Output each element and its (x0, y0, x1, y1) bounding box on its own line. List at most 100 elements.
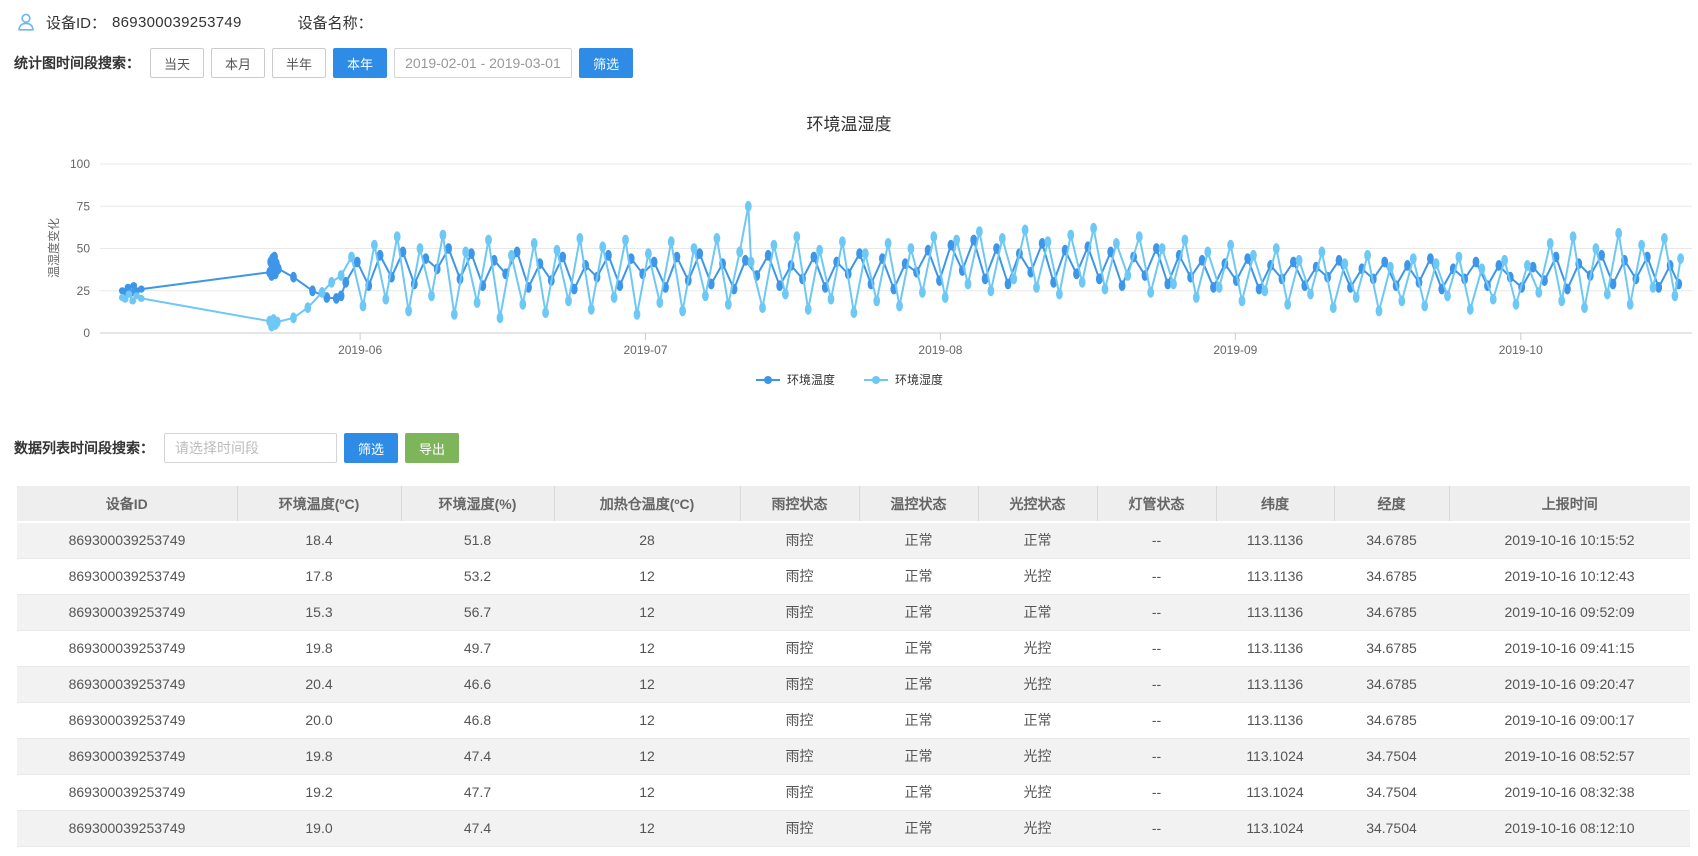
table-row[interactable]: 86930003925374919.847.412雨控正常光控--113.102… (17, 738, 1690, 774)
quick-range-button[interactable]: 本月 (211, 48, 265, 78)
table-cell: 869300039253749 (17, 594, 237, 630)
data-point (1022, 225, 1029, 236)
quick-range-button[interactable]: 当天 (150, 48, 204, 78)
data-point (1319, 247, 1326, 258)
data-point (1284, 299, 1291, 310)
data-point (542, 307, 549, 318)
data-point (930, 231, 937, 242)
data-point (919, 287, 926, 298)
table-cell: 113.1024 (1216, 774, 1334, 810)
chart-filter-button[interactable]: 筛选 (579, 48, 633, 78)
data-point (1427, 253, 1434, 264)
data-point (394, 231, 401, 242)
table-row[interactable]: 86930003925374919.247.712雨控正常光控--113.102… (17, 774, 1690, 810)
x-axis-tick-label: 2019-09 (1213, 343, 1257, 357)
data-point (474, 297, 481, 308)
table-cell: 正常 (859, 702, 978, 738)
table-cell: 869300039253749 (17, 558, 237, 594)
data-point (275, 263, 282, 274)
table-cell: 雨控 (740, 666, 859, 702)
table-cell: 20.0 (237, 702, 401, 738)
data-point (679, 306, 686, 317)
table-cell: 113.1024 (1216, 810, 1334, 846)
table-header-row: 设备ID环境温度(ºC)环境湿度(%)加热仓温度(ºC)雨控状态温控状态光控状态… (17, 486, 1690, 522)
quick-range-button[interactable]: 本年 (333, 48, 387, 78)
legend-item[interactable]: 环境温度 (755, 371, 835, 388)
table-cell: 2019-10-16 09:20:47 (1449, 666, 1690, 702)
data-point (908, 243, 915, 254)
data-point (1056, 289, 1063, 300)
data-point (896, 301, 903, 312)
data-point (1410, 253, 1417, 264)
table-cell: 光控 (978, 666, 1097, 702)
table-row[interactable]: 86930003925374918.451.828雨控正常正常--113.113… (17, 522, 1690, 558)
user-icon (14, 10, 38, 34)
table-cell: 53.2 (401, 558, 554, 594)
table-cell: 正常 (859, 666, 978, 702)
data-point (1353, 292, 1360, 303)
data-point (1067, 230, 1074, 241)
data-point (976, 226, 983, 237)
table-cell: 12 (554, 702, 740, 738)
data-point (1638, 240, 1645, 251)
table-row[interactable]: 86930003925374919.047.412雨控正常光控--113.102… (17, 810, 1690, 846)
device-data-table: 设备ID环境温度(ºC)环境湿度(%)加热仓温度(ºC)雨控状态温控状态光控状态… (17, 486, 1690, 847)
data-point (138, 295, 145, 302)
export-button[interactable]: 导出 (405, 433, 459, 463)
data-point (531, 238, 538, 249)
data-point (588, 304, 595, 315)
table-column-header: 经度 (1334, 486, 1449, 522)
list-filter-button[interactable]: 筛选 (344, 433, 398, 463)
table-column-header: 设备ID (17, 486, 237, 522)
data-point (290, 312, 297, 323)
table-cell: 869300039253749 (17, 810, 237, 846)
data-point (782, 289, 789, 300)
table-body: 86930003925374918.451.828雨控正常正常--113.113… (17, 522, 1690, 846)
table-cell: 2019-10-16 08:32:38 (1449, 774, 1690, 810)
table-column-header: 雨控状态 (740, 486, 859, 522)
table-cell: 正常 (859, 738, 978, 774)
table-cell: 雨控 (740, 810, 859, 846)
data-point (319, 287, 326, 298)
table-cell: -- (1097, 558, 1216, 594)
table-cell: 869300039253749 (17, 738, 237, 774)
table-row[interactable]: 86930003925374919.849.712雨控正常光控--113.113… (17, 630, 1690, 666)
legend-label: 环境温度 (787, 371, 835, 388)
table-cell: 正常 (859, 630, 978, 666)
data-point (1490, 294, 1497, 305)
x-axis-tick-label: 2019-08 (918, 343, 962, 357)
data-point (1456, 252, 1463, 263)
data-point (702, 290, 709, 301)
table-cell: 正常 (859, 558, 978, 594)
chart-date-range-input[interactable] (394, 48, 572, 78)
data-point (440, 230, 447, 241)
data-point (696, 248, 703, 259)
y-axis-tick-label: 0 (83, 326, 90, 340)
data-point (497, 312, 504, 323)
data-point (348, 252, 355, 263)
table-row[interactable]: 86930003925374920.446.612雨控正常光控--113.113… (17, 666, 1690, 702)
y-axis-tick-label: 25 (77, 284, 91, 298)
table-cell: 雨控 (740, 594, 859, 630)
temperature-humidity-chart: 0255075100温湿度变化2019-062019-072019-082019… (0, 140, 1698, 365)
data-point (805, 304, 812, 315)
table-cell: 19.8 (237, 630, 401, 666)
data-point (1124, 270, 1131, 281)
table-row[interactable]: 86930003925374917.853.212雨控正常光控--113.113… (17, 558, 1690, 594)
table-row[interactable]: 86930003925374915.356.712雨控正常正常--113.113… (17, 594, 1690, 630)
list-date-range-input[interactable] (164, 433, 337, 463)
table-row[interactable]: 86930003925374920.046.812雨控正常正常--113.113… (17, 702, 1690, 738)
data-point (656, 297, 663, 308)
table-cell: 113.1136 (1216, 666, 1334, 702)
table-cell: 雨控 (740, 522, 859, 558)
y-axis-tick-label: 50 (77, 242, 91, 256)
table-cell: 12 (554, 594, 740, 630)
data-point (508, 250, 515, 261)
data-point (1604, 289, 1611, 300)
table-cell: 113.1136 (1216, 522, 1334, 558)
quick-range-button[interactable]: 半年 (272, 48, 326, 78)
table-cell: 113.1136 (1216, 702, 1334, 738)
data-point (1102, 284, 1109, 295)
table-cell: 雨控 (740, 558, 859, 594)
legend-item[interactable]: 环境湿度 (863, 371, 943, 388)
